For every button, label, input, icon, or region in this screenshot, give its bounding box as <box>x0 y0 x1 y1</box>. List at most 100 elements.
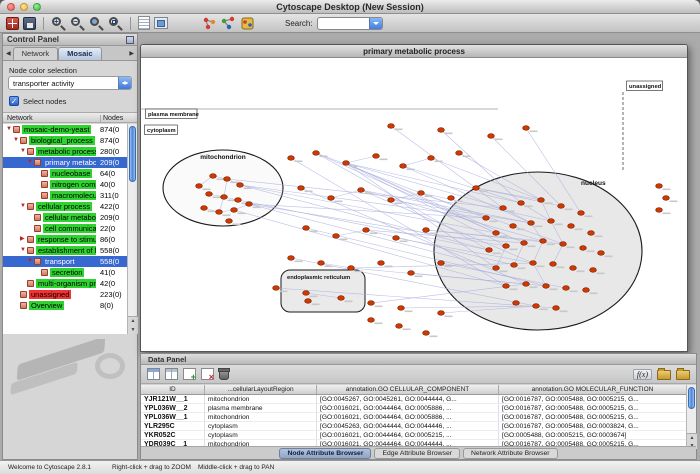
network-node[interactable] <box>303 291 310 296</box>
network-node[interactable] <box>348 266 355 271</box>
network-node[interactable] <box>511 263 518 268</box>
column-header[interactable]: annotation.GO MOLECULAR_FUNCTION <box>499 385 687 394</box>
network-node[interactable] <box>246 202 253 207</box>
network-node[interactable] <box>543 284 550 289</box>
expand-arrow-icon[interactable]: ▼ <box>6 124 13 135</box>
import-attributes-icon[interactable] <box>657 370 671 380</box>
export-attributes-icon[interactable] <box>676 370 690 380</box>
expand-arrow-icon[interactable]: ▼ <box>27 256 34 267</box>
unselect-attributes-icon[interactable] <box>165 368 178 380</box>
network-node[interactable] <box>313 151 320 156</box>
select-attributes-icon[interactable] <box>147 368 160 380</box>
annotation-icon[interactable] <box>138 16 150 30</box>
expand-arrow-icon[interactable]: ▼ <box>20 245 27 256</box>
network-node[interactable] <box>423 331 430 336</box>
tree-row[interactable]: ▼ cellular process 422(0 <box>3 201 127 212</box>
column-header[interactable]: ID <box>141 385 205 394</box>
network-canvas[interactable]: mitochondrionnucleusendoplasmic reticulu… <box>141 58 687 351</box>
tree-row[interactable]: cell communicat 22(0 <box>3 223 127 234</box>
network-node[interactable] <box>305 299 312 304</box>
network-node[interactable] <box>298 186 305 191</box>
network-node[interactable] <box>558 204 565 209</box>
network-node[interactable] <box>560 242 567 247</box>
tree-row[interactable]: macromolecule 311(0 <box>3 190 127 201</box>
network-node[interactable] <box>438 311 445 316</box>
network-node[interactable] <box>580 246 587 251</box>
network-node[interactable] <box>493 231 500 236</box>
network-node[interactable] <box>418 191 425 196</box>
network-node[interactable] <box>663 196 670 201</box>
cell-molecular-function[interactable]: [GO:0005488, GO:0005215, GO:0003674] <box>499 431 687 439</box>
cell-molecular-function[interactable]: [GO:0016787, GO:0005488, GO:0005215, G..… <box>499 395 687 403</box>
zoom-out-icon[interactable]: − <box>70 16 85 31</box>
network-node[interactable] <box>438 261 445 266</box>
tree-header-nodes[interactable]: Nodes <box>100 115 123 122</box>
network-node[interactable] <box>483 216 490 221</box>
network-node[interactable] <box>500 206 507 211</box>
network-node[interactable] <box>388 124 395 129</box>
tree-row[interactable]: ▼ transport 558(0 <box>3 256 127 267</box>
network-node[interactable] <box>368 318 375 323</box>
tree-row[interactable]: secretion 41(0 <box>3 267 127 278</box>
network-node[interactable] <box>493 266 500 271</box>
network-node[interactable] <box>513 301 520 306</box>
table-row[interactable]: YPL036W__2 plasma membrane [GO:0016021, … <box>141 404 687 413</box>
mosaic-plugin-icon[interactable] <box>6 17 19 30</box>
network-node[interactable] <box>210 174 217 179</box>
network-window-titlebar[interactable]: primary metabolic process <box>141 45 687 58</box>
new-attribute-icon[interactable] <box>183 368 196 380</box>
network-node[interactable] <box>598 251 605 256</box>
expand-arrow-icon[interactable]: ▼ <box>20 146 27 157</box>
select-nodes-checkbox[interactable]: ✓ <box>9 96 19 106</box>
network-node[interactable] <box>196 184 203 189</box>
zoom-window-icon[interactable] <box>33 3 41 11</box>
cell-layout-region[interactable]: cytoplasm <box>205 431 317 439</box>
search-input[interactable] <box>318 18 368 29</box>
network-node[interactable] <box>400 164 407 169</box>
network-node[interactable] <box>363 228 370 233</box>
formula-builder-icon[interactable]: f(x) <box>633 369 652 380</box>
network-node[interactable] <box>530 261 537 266</box>
network-node[interactable] <box>343 161 350 166</box>
table-row[interactable]: YKR052C cytoplasm [GO:0016021, GO:004446… <box>141 431 687 440</box>
network-node[interactable] <box>368 301 375 306</box>
network-node[interactable] <box>408 271 415 276</box>
tree-row[interactable]: ▶ response to stimul 86(0 <box>3 234 127 245</box>
tree-row[interactable]: ▼ metabolic process 280(0 <box>3 146 127 157</box>
network-edge[interactable] <box>316 153 486 218</box>
network-node[interactable] <box>548 219 555 224</box>
close-window-icon[interactable] <box>7 3 15 11</box>
tab-mosaic[interactable]: Mosaic <box>58 47 101 60</box>
zoom-in-icon[interactable]: + <box>51 16 66 31</box>
network-node[interactable] <box>488 134 495 139</box>
network-node[interactable] <box>226 219 233 224</box>
network-node[interactable] <box>428 156 435 161</box>
network-node[interactable] <box>328 196 335 201</box>
float-panel-icon[interactable] <box>126 36 134 44</box>
cell-molecular-function[interactable]: [GO:0016787, GO:0005488, GO:0005215, G..… <box>499 413 687 421</box>
network-edge[interactable] <box>346 156 376 163</box>
network-node[interactable] <box>656 184 663 189</box>
network-node[interactable] <box>235 198 242 203</box>
trash-icon[interactable] <box>219 370 229 380</box>
cell-layout-region[interactable]: plasma membrane <box>205 404 317 412</box>
network-node[interactable] <box>358 188 365 193</box>
birdseye-view-icon[interactable] <box>154 17 168 29</box>
cell-layout-region[interactable]: cytoplasm <box>205 422 317 430</box>
dropdown-arrows-icon[interactable] <box>118 77 131 89</box>
network-node[interactable] <box>568 224 575 229</box>
tree-row[interactable]: multi-organism pro 42(0 <box>3 278 127 289</box>
cell-layout-region[interactable]: mitochondrion <box>205 395 317 403</box>
network-node[interactable] <box>273 286 280 291</box>
network-node[interactable] <box>448 196 455 201</box>
network-node[interactable] <box>216 210 223 215</box>
tree-row[interactable]: unassigned 223(0) <box>3 289 127 300</box>
network-node[interactable] <box>503 284 510 289</box>
network-edge[interactable] <box>391 126 503 208</box>
network-node[interactable] <box>528 221 535 226</box>
network-node[interactable] <box>318 261 325 266</box>
network-node[interactable] <box>333 234 340 239</box>
network-node[interactable] <box>540 239 547 244</box>
cell-id[interactable]: YKR052C <box>141 431 205 439</box>
tree-row[interactable]: ▼ primary metabo 209(0 <box>3 157 127 168</box>
